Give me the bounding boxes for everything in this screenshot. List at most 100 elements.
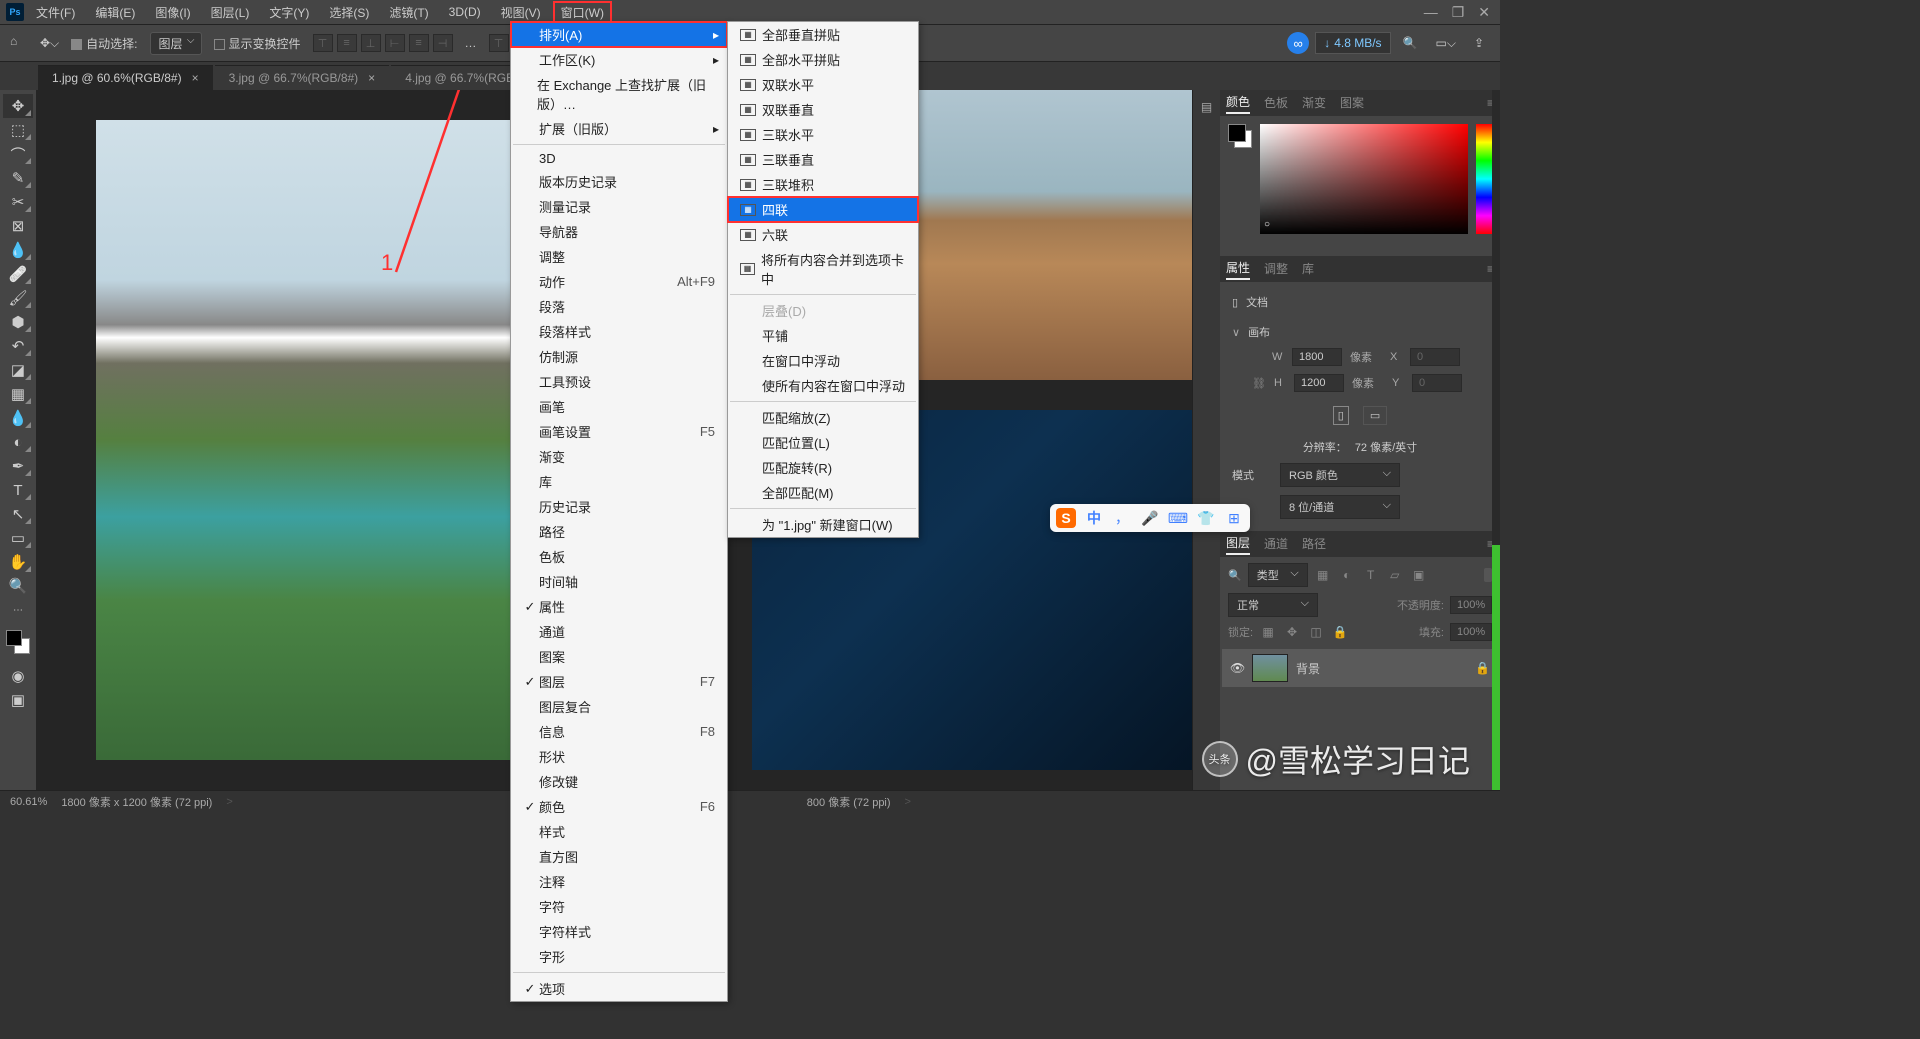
menu-item-历史记录[interactable]: 历史记录 (511, 494, 727, 519)
search-icon[interactable]: 🔍 (1397, 36, 1424, 50)
menu-item-测量记录[interactable]: 测量记录 (511, 194, 727, 219)
menu-item-通道[interactable]: 通道 (511, 619, 727, 644)
y-input[interactable]: 0 (1412, 374, 1462, 392)
lock-position-icon[interactable]: ✥ (1283, 624, 1301, 640)
show-transform-checkbox[interactable]: 显示变换控件 (214, 35, 301, 52)
doc-dimensions-2[interactable]: 800 像素 (72 ppi) (807, 794, 891, 810)
tab-swatches[interactable]: 色板 (1264, 94, 1288, 113)
menu-item-字符样式[interactable]: 字符样式 (511, 919, 727, 944)
tab-properties[interactable]: 属性 (1226, 259, 1250, 280)
hand-tool[interactable]: ✋ (3, 550, 33, 574)
layer-row-background[interactable]: 👁 背景 🔒 (1222, 649, 1498, 687)
doc-tab-2[interactable]: 3.jpg @ 66.7%(RGB/8#) × (215, 65, 390, 90)
menu-item-仿制源[interactable]: 仿制源 (511, 344, 727, 369)
arrange-item-全部水平拼贴[interactable]: ▦全部水平拼贴 (728, 47, 918, 72)
menu-item-图案[interactable]: 图案 (511, 644, 727, 669)
align-vcenter-icon[interactable]: ≡ (337, 34, 357, 52)
pen-tool[interactable]: ✒ (3, 454, 33, 478)
menu-item-时间轴[interactable]: 时间轴 (511, 569, 727, 594)
menu-type[interactable]: 文字(Y) (261, 1, 317, 24)
blur-tool[interactable]: 💧 (3, 406, 33, 430)
gradient-tool[interactable]: ▦ (3, 382, 33, 406)
bit-depth-select[interactable]: 8 位/通道⌵ (1280, 495, 1400, 519)
align-hcenter-icon[interactable]: ≡ (409, 34, 429, 52)
menu-item-在 Exchange 上查找扩展（旧版）…[interactable]: 在 Exchange 上查找扩展（旧版）… (511, 72, 727, 116)
menu-item-样式[interactable]: 样式 (511, 819, 727, 844)
menu-item-排列(A)[interactable]: 排列(A) (511, 22, 727, 47)
panel-color-swatches[interactable] (1228, 124, 1252, 148)
arrange-item-双联水平[interactable]: ▦双联水平 (728, 72, 918, 97)
arrange-item-匹配位置(L)[interactable]: 匹配位置(L) (728, 430, 918, 455)
edit-toolbar[interactable]: ⋯ (3, 598, 33, 622)
menu-item-画笔[interactable]: 画笔 (511, 394, 727, 419)
color-swatches[interactable] (6, 630, 30, 654)
blend-mode-select[interactable]: 正常⌵ (1228, 593, 1318, 617)
landscape-icon[interactable]: ▭ (1363, 406, 1387, 425)
arrange-item-匹配旋转(R)[interactable]: 匹配旋转(R) (728, 455, 918, 480)
arrange-item-全部垂直拼贴[interactable]: ▦全部垂直拼贴 (728, 22, 918, 47)
arrange-item-三联堆积[interactable]: ▦三联堆积 (728, 172, 918, 197)
color-field[interactable] (1260, 124, 1468, 234)
menu-edit[interactable]: 编辑(E) (87, 1, 143, 24)
arrange-item-全部匹配(M)[interactable]: 全部匹配(M) (728, 480, 918, 505)
arrange-item-平铺[interactable]: 平铺 (728, 323, 918, 348)
quickmask-toggle[interactable]: ◉ (3, 664, 33, 688)
menu-item-3D[interactable]: 3D (511, 148, 727, 169)
fill-input[interactable]: 100% (1450, 623, 1492, 641)
menu-item-扩展（旧版）[interactable]: 扩展（旧版） (511, 116, 727, 141)
layer-filter-select[interactable]: 类型⌵ (1248, 563, 1308, 587)
menu-layer[interactable]: 图层(L) (203, 1, 258, 24)
tab-paths[interactable]: 路径 (1302, 535, 1326, 554)
menu-item-修改键[interactable]: 修改键 (511, 769, 727, 794)
menu-filter[interactable]: 滤镜(T) (381, 1, 436, 24)
share-icon[interactable]: ⇪ (1468, 36, 1490, 50)
status-arrow-icon[interactable]: > (226, 796, 232, 808)
shape-tool[interactable]: ▭ (3, 526, 33, 550)
more-options-icon[interactable]: … (465, 36, 477, 50)
filter-type-icon[interactable]: T (1362, 567, 1380, 583)
menu-item-图层复合[interactable]: 图层复合 (511, 694, 727, 719)
menu-item-图层[interactable]: ✓图层F7 (511, 669, 727, 694)
minimize-button[interactable]: — (1424, 4, 1438, 21)
lasso-tool[interactable]: ⌒ (3, 142, 33, 166)
arrange-item-使所有内容在窗口中浮动[interactable]: 使所有内容在窗口中浮动 (728, 373, 918, 398)
height-input[interactable]: 1200 (1294, 374, 1344, 392)
menu-item-动作[interactable]: 动作Alt+F9 (511, 269, 727, 294)
ime-floating-bar[interactable]: S 中 ， 🎤 ⌨ 👕 ⊞ (1050, 504, 1250, 532)
menu-item-路径[interactable]: 路径 (511, 519, 727, 544)
color-mode-select[interactable]: RGB 颜色⌵ (1280, 463, 1400, 487)
tab-close-icon[interactable]: × (192, 71, 199, 85)
hue-slider[interactable] (1476, 124, 1492, 234)
menu-item-色板[interactable]: 色板 (511, 544, 727, 569)
tab-channels[interactable]: 通道 (1264, 535, 1288, 554)
tab-libraries[interactable]: 库 (1302, 260, 1314, 279)
layer-thumbnail[interactable] (1252, 654, 1288, 682)
zoom-level[interactable]: 60.61% (10, 796, 47, 808)
ime-keyboard-icon[interactable]: ⌨ (1168, 508, 1188, 528)
target-layer-select[interactable]: 图层 (150, 32, 202, 55)
menu-item-工具预设[interactable]: 工具预设 (511, 369, 727, 394)
tab-color[interactable]: 颜色 (1226, 93, 1250, 114)
doc-tab-1[interactable]: 1.jpg @ 60.6%(RGB/8#) × (38, 65, 213, 90)
ime-logo-icon[interactable]: S (1056, 508, 1076, 528)
menu-item-段落[interactable]: 段落 (511, 294, 727, 319)
dodge-tool[interactable]: ◐ (3, 430, 33, 454)
menu-item-调整[interactable]: 调整 (511, 244, 727, 269)
menu-item-形状[interactable]: 形状 (511, 744, 727, 769)
arrange-item-双联垂直[interactable]: ▦双联垂直 (728, 97, 918, 122)
filter-adjust-icon[interactable]: ◐ (1338, 567, 1356, 583)
move-tool[interactable]: ✥ (3, 94, 33, 118)
zoom-tool[interactable]: 🔍 (3, 574, 33, 598)
lock-artboard-icon[interactable]: ◫ (1307, 624, 1325, 640)
stamp-tool[interactable]: ⬢ (3, 310, 33, 334)
status-arrow-icon[interactable]: > (905, 796, 911, 808)
opacity-input[interactable]: 100% (1450, 596, 1492, 614)
arrange-item-六联[interactable]: ▦六联 (728, 222, 918, 247)
menu-item-画笔设置[interactable]: 画笔设置F5 (511, 419, 727, 444)
close-button[interactable]: ✕ (1478, 4, 1490, 21)
layer-visibility-icon[interactable]: 👁 (1230, 661, 1244, 675)
menu-3d[interactable]: 3D(D) (441, 2, 489, 22)
arrange-item-四联[interactable]: ▦四联 (728, 197, 918, 222)
home-icon[interactable]: ⌂ (10, 34, 28, 52)
align-right-icon[interactable]: ⊣ (433, 34, 453, 52)
